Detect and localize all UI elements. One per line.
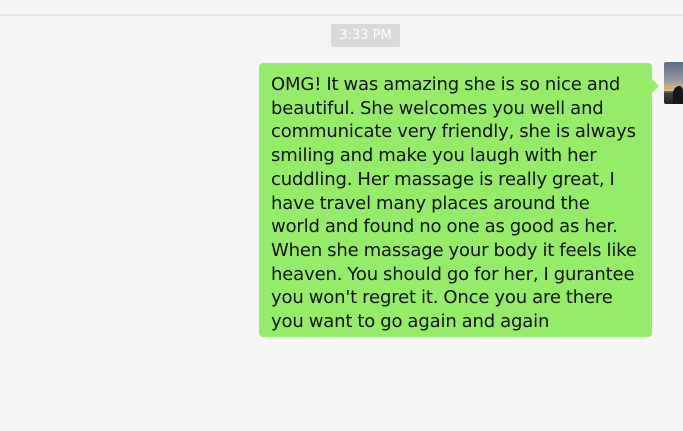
message-bubble[interactable]: OMG! It was amazing she is so nice and b… xyxy=(259,63,652,337)
bubble-tail xyxy=(652,79,659,93)
message-row: OMG! It was amazing she is so nice and b… xyxy=(0,62,683,352)
top-divider xyxy=(0,14,683,16)
message-timestamp: 3:33 PM xyxy=(331,24,400,47)
avatar-photo-icon xyxy=(664,62,683,104)
avatar[interactable] xyxy=(664,62,683,104)
